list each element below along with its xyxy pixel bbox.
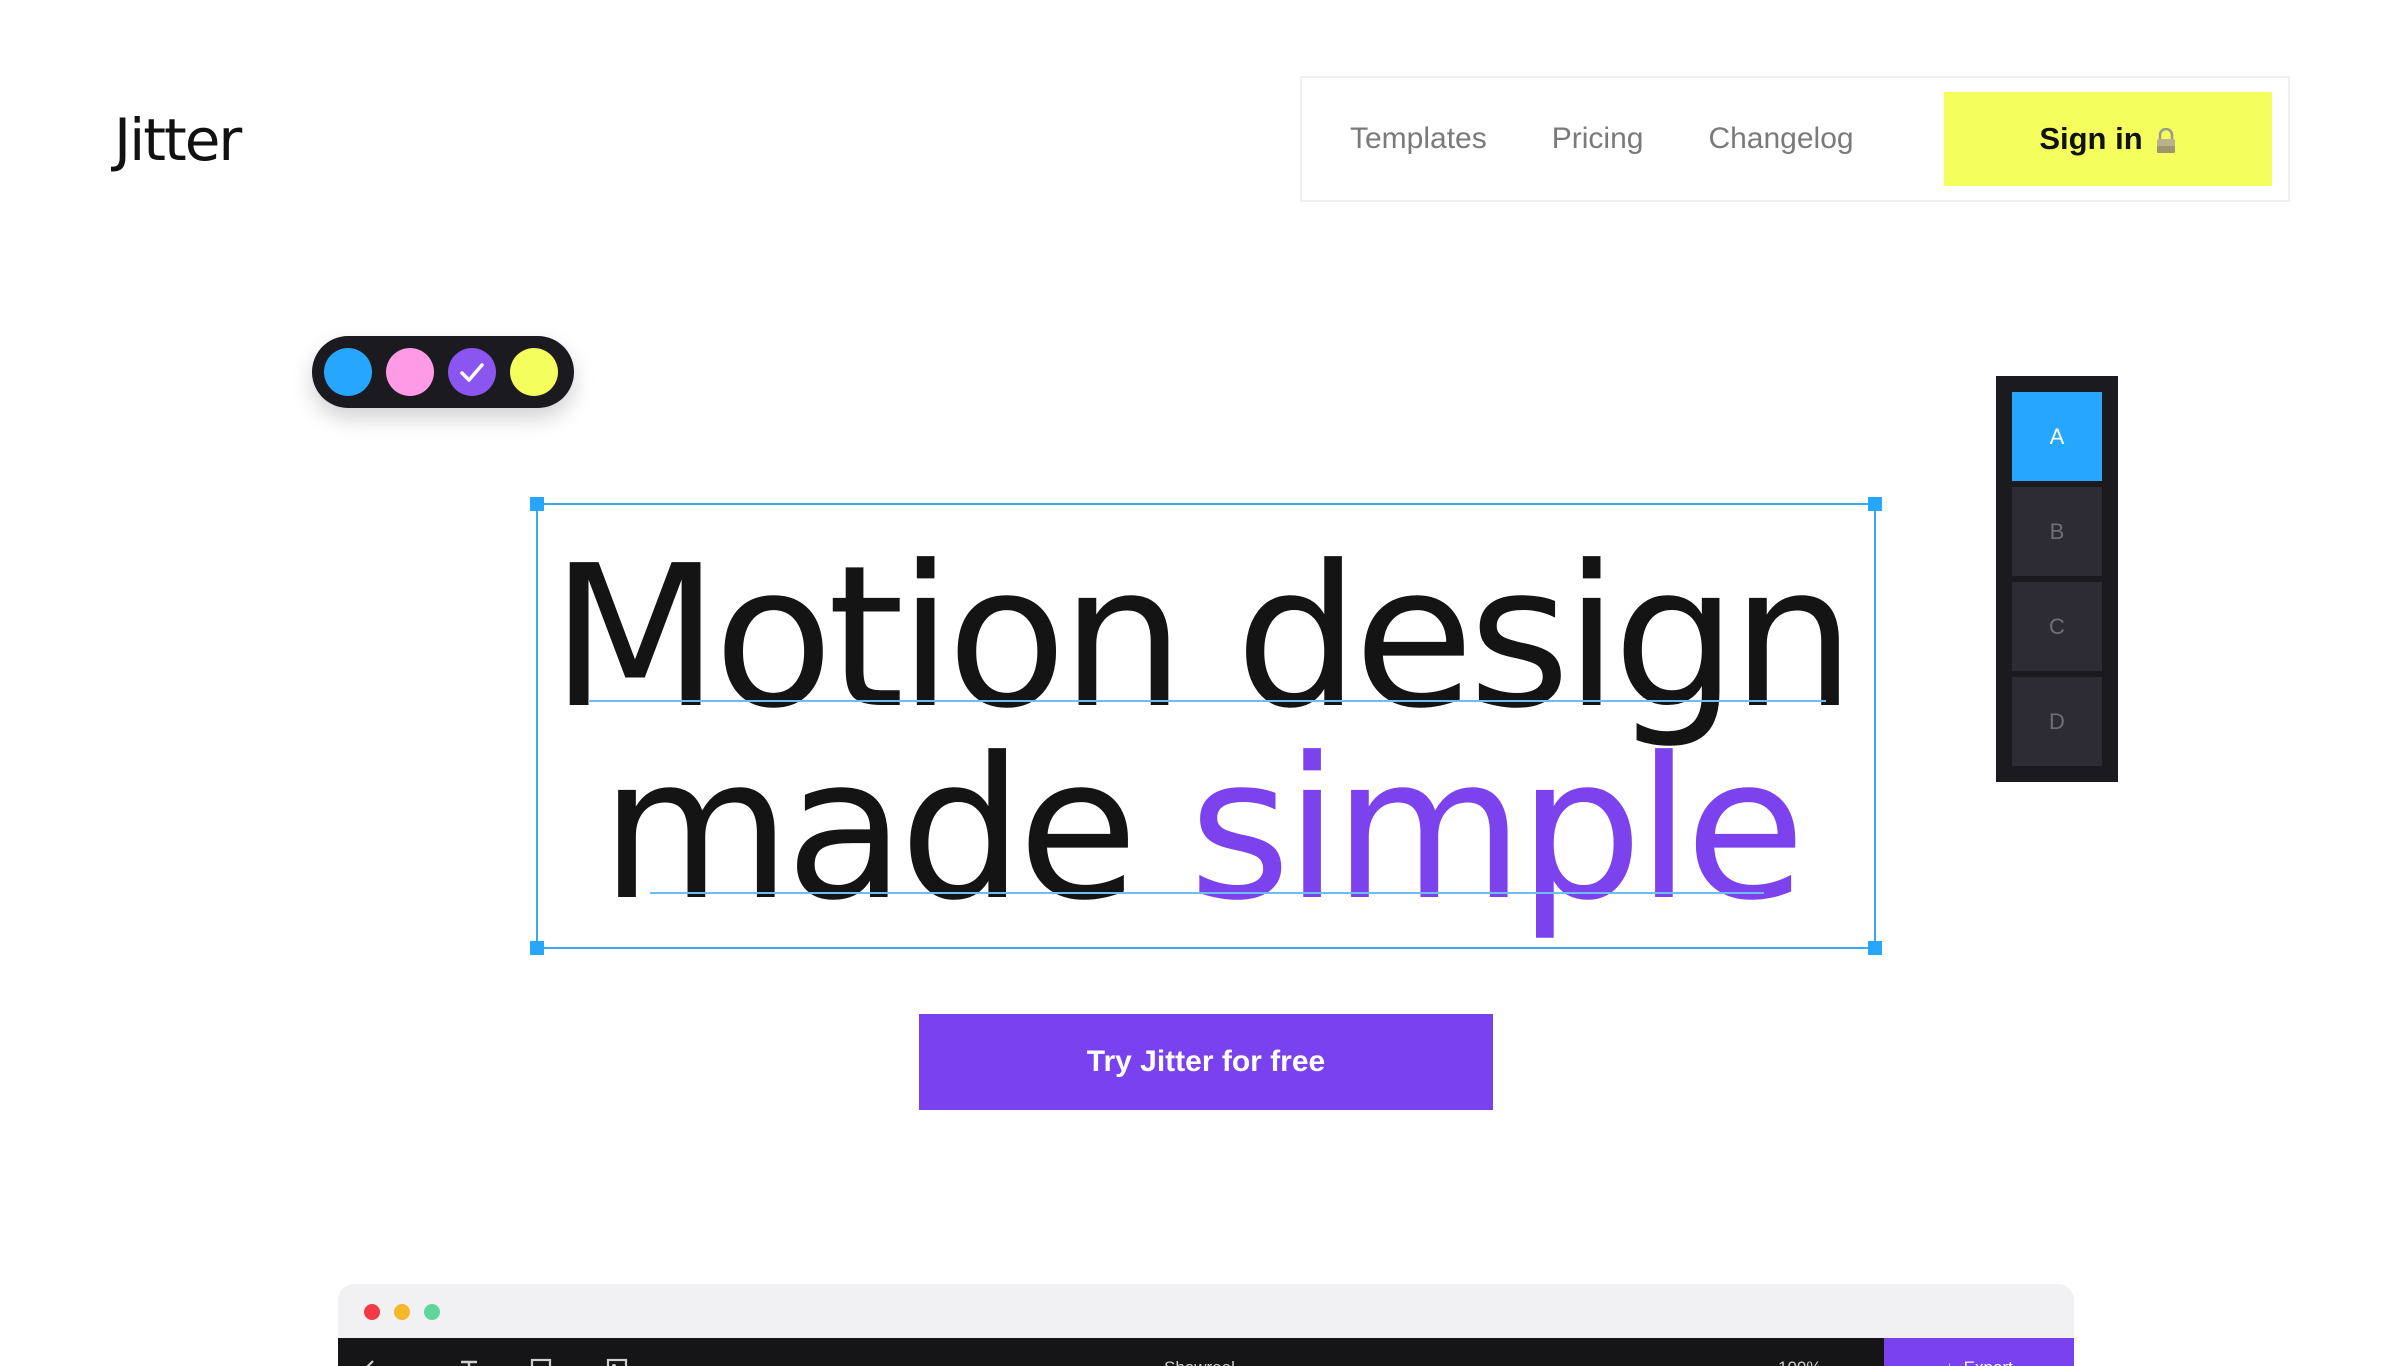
try-jitter-free-button[interactable]: Try Jitter for free xyxy=(919,1014,1493,1110)
swatch-pink[interactable] xyxy=(386,348,434,396)
file-name-label: Showreel xyxy=(1164,1358,1235,1366)
text-baseline-guide xyxy=(650,892,1764,894)
app-window-preview: ⌄ ⌄ Showreel ⌄ 100% ⌄ ↓ Export xyxy=(338,1284,2074,1366)
editor-toolbar: ⌄ ⌄ Showreel ⌄ 100% ⌄ ↓ Export xyxy=(338,1338,2074,1366)
top-nav: Templates Pricing Changelog Sign in xyxy=(1300,76,2290,202)
file-name-menu[interactable]: Showreel ⌄ xyxy=(1164,1358,1250,1366)
chevron-down-icon: ⌄ xyxy=(1241,1362,1250,1366)
color-swatch-picker xyxy=(312,336,574,408)
swatch-blue[interactable] xyxy=(324,348,372,396)
export-label: Export xyxy=(1964,1358,2013,1366)
nav-changelog[interactable]: Changelog xyxy=(1708,122,1853,156)
resize-handle-top-right[interactable] xyxy=(1868,497,1882,511)
swatch-purple-selected[interactable] xyxy=(448,348,496,396)
window-close-dot[interactable] xyxy=(364,1304,380,1320)
chevron-down-icon: ⌄ xyxy=(1827,1362,1836,1366)
zoom-level: 100% xyxy=(1778,1358,1821,1366)
shape-tool-icon[interactable]: ⌄ xyxy=(530,1358,567,1366)
letter-option-a[interactable]: A xyxy=(2012,392,2102,481)
text-tool-icon[interactable] xyxy=(458,1358,480,1366)
sign-in-button[interactable]: Sign in xyxy=(1944,92,2272,186)
nav-templates[interactable]: Templates xyxy=(1350,122,1487,156)
swatch-yellow[interactable] xyxy=(510,348,558,396)
hero-title-line-1: Motion design xyxy=(550,524,1856,752)
download-icon: ↓ xyxy=(1945,1358,1954,1366)
resize-handle-bottom-right[interactable] xyxy=(1868,941,1882,955)
back-arrow-icon[interactable] xyxy=(362,1358,388,1366)
hero-title-line-2: made simple xyxy=(0,730,2400,930)
resize-handle-top-left[interactable] xyxy=(530,497,544,511)
chevron-down-icon: ⌄ xyxy=(634,1363,643,1366)
jitter-logo[interactable]: Jitter xyxy=(114,106,242,174)
resize-handle-bottom-left[interactable] xyxy=(530,941,544,955)
hero-word-made: made xyxy=(600,716,1138,944)
zoom-menu[interactable]: 100% ⌄ xyxy=(1778,1358,1837,1366)
window-minimize-dot[interactable] xyxy=(394,1304,410,1320)
nav-pricing[interactable]: Pricing xyxy=(1552,122,1644,156)
window-controls xyxy=(364,1304,440,1320)
hero-word-simple: simple xyxy=(1188,716,1806,944)
text-baseline-guide xyxy=(588,700,1826,702)
window-maximize-dot[interactable] xyxy=(424,1304,440,1320)
chevron-down-icon: ⌄ xyxy=(558,1363,567,1366)
checkmark-icon xyxy=(460,363,484,382)
lock-icon xyxy=(2155,126,2177,153)
sign-in-label: Sign in xyxy=(2039,121,2143,156)
landing-page: Jitter Templates Pricing Changelog Sign … xyxy=(0,0,2400,1366)
export-button[interactable]: ↓ Export xyxy=(1884,1338,2074,1366)
image-tool-icon[interactable]: ⌄ xyxy=(606,1358,643,1366)
